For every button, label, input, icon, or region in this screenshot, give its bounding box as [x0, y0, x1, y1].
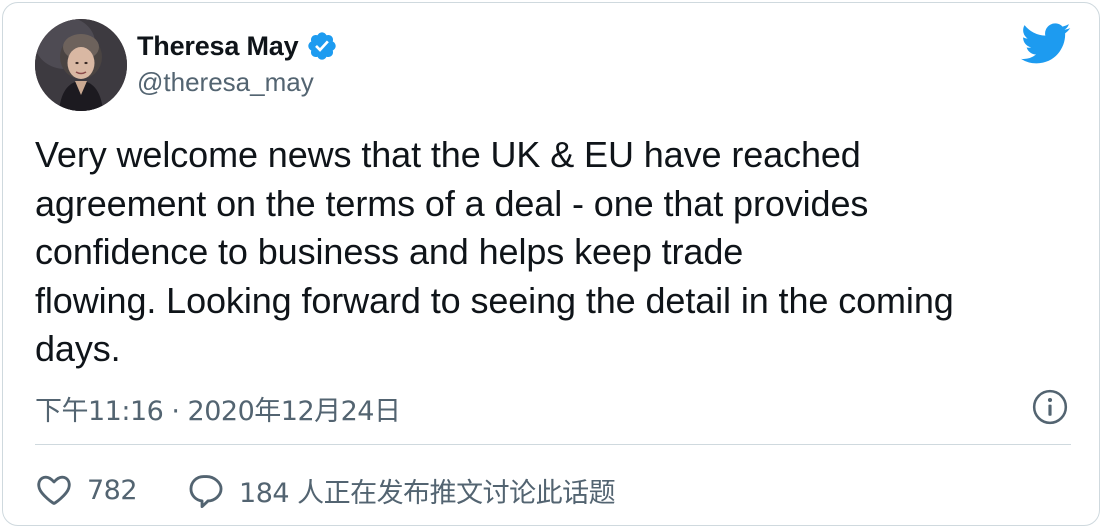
avatar[interactable] — [35, 19, 127, 111]
heart-icon — [37, 475, 71, 505]
tweet-text-line: confidence to business and helps keep tr… — [35, 231, 744, 272]
tweet-text: Very welcome news that the UK & EU have … — [35, 131, 1045, 374]
tweet-timestamp[interactable]: 下午11:16 · 2020年12月24日 — [35, 389, 401, 428]
tweet-text-line: Very welcome news that the UK & EU have … — [35, 134, 861, 175]
divider — [35, 444, 1071, 445]
tweet-text-line: flowing. Looking forward to seeing the d… — [35, 279, 954, 321]
info-icon[interactable] — [1031, 388, 1069, 426]
author-name-row[interactable]: Theresa May — [137, 30, 338, 62]
tweet-card[interactable]: Theresa May @theresa_may Very welcome ne… — [2, 2, 1100, 526]
reply-bubble-icon — [189, 475, 223, 509]
verified-badge-icon — [308, 32, 337, 60]
author-handle[interactable]: @theresa_may — [137, 67, 314, 98]
like-count: 782 — [87, 474, 138, 506]
like-button[interactable]: 782 — [35, 471, 138, 509]
avatar-photo — [35, 19, 127, 111]
tweet-text-line: agreement on the terms of a deal - one t… — [35, 182, 869, 224]
reply-button[interactable]: 184 人正在发布推文讨论此话题 — [187, 471, 616, 510]
twitter-bird-icon[interactable] — [1021, 23, 1071, 65]
action-bar: 782 184 人正在发布推文讨论此话题 — [35, 465, 616, 515]
author-name[interactable]: Theresa May — [137, 31, 299, 62]
reply-discussion-text: 184 人正在发布推文讨论此话题 — [239, 477, 616, 509]
tweet-text-line: days. — [35, 328, 121, 369]
